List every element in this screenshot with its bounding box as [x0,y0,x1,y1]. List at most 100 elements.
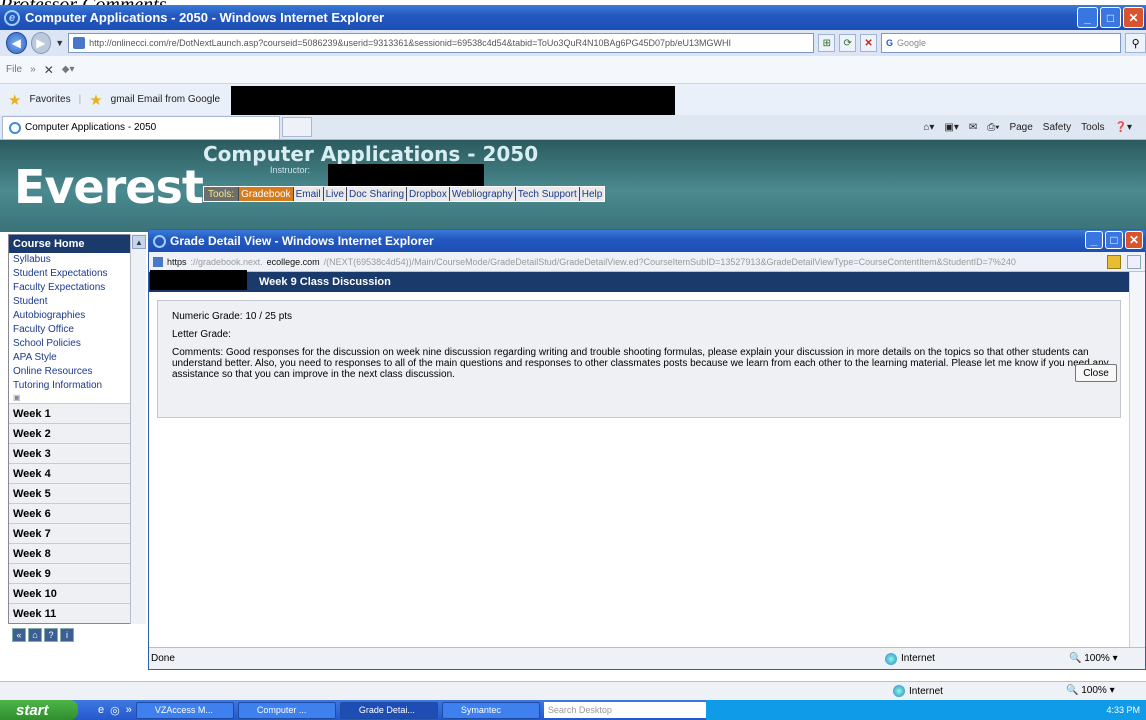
tool-tech-support[interactable]: Tech Support [514,187,579,201]
close-toolbar-icon[interactable]: ✕ [44,63,54,77]
sidebar-item-student-autobiographies[interactable]: Student Autobiographies [9,295,99,323]
search-input[interactable]: G Google [881,33,1122,53]
compat-view-icon[interactable]: ⊞ [818,34,836,52]
letter-grade: Letter Grade: [172,329,231,340]
page-icon [153,256,163,267]
popup-maximize-button[interactable]: □ [1105,231,1123,249]
popup-title: Grade Detail View - Windows Internet Exp… [170,234,434,248]
mail-icon[interactable]: ✉ [969,122,977,133]
sidebar-week-10[interactable]: Week 10 [9,583,145,603]
sidebar-item-school-policies[interactable]: School Policies [9,337,145,351]
tool-dropbox[interactable]: Dropbox [406,187,449,201]
close-window-button[interactable]: ✕ [1123,7,1144,28]
taskbar-item-symantec[interactable]: Symantec [441,701,540,719]
home-icon[interactable]: ⌂▾ [923,122,934,133]
sidebar-week-5[interactable]: Week 5 [9,483,145,503]
address-input[interactable]: http://onlinecci.com/re/DotNextLaunch.as… [68,33,815,53]
maximize-button[interactable]: □ [1100,7,1121,28]
sidebar-week-6[interactable]: Week 6 [9,503,145,523]
taskbar-item-grade-detail[interactable]: Grade Detai... [339,701,438,719]
page-menu[interactable]: Page [1009,122,1032,133]
system-tray: 4:33 PM [706,700,1146,720]
numeric-grade: Numeric Grade: 10 / 25 pts [172,311,293,322]
popup-close-button[interactable]: ✕ [1125,231,1143,249]
menu-bar: File » ✕ ◆▾ [0,56,1146,84]
sidebar-course-home[interactable]: Course Home [9,235,145,253]
tab-label: Computer Applications - 2050 [25,122,157,133]
redaction-bar [328,164,484,186]
chevron-more-icon[interactable]: » [30,64,36,75]
collapse-icon[interactable]: ▣ [9,393,145,403]
favorites-star-icon[interactable]: ★ [8,91,21,109]
tool-doc-sharing[interactable]: Doc Sharing [345,187,406,201]
help-icon[interactable]: ❓▾ [1115,122,1132,133]
info-icon[interactable]: i [60,628,74,642]
tool-live[interactable]: Live [322,187,346,201]
desktop-search-input[interactable]: Search Desktop [543,702,714,718]
sidebar-item-syllabus[interactable]: Syllabus [9,253,145,267]
app-quicklaunch-icon[interactable]: ◎ [110,704,120,717]
back-button[interactable]: ◀ [6,32,27,54]
popup-ie-icon [153,234,166,248]
search-go-icon[interactable]: ⚲ [1125,33,1146,53]
popup-title-bar: Grade Detail View - Windows Internet Exp… [149,230,1145,252]
favorites-label[interactable]: Favorites [29,94,70,105]
menu-file[interactable]: File [6,64,22,75]
minimize-button[interactable]: _ [1077,7,1098,28]
popup-minimize-button[interactable]: _ [1085,231,1103,249]
windows-taskbar: start e ◎ » VZAccess M... Computer ... G… [0,700,1146,720]
feeds-icon[interactable]: ▣▾ [944,122,958,133]
add-favorite-icon[interactable]: ★ [89,91,102,109]
main-zoom[interactable]: 🔍 100% ▾ [1066,685,1115,696]
sidebar-item-faculty-office[interactable]: Faculty Office [9,323,145,337]
popup-zoom-label: 100% [1084,653,1110,664]
sidebar-week-8[interactable]: Week 8 [9,543,145,563]
sidebar-week-4[interactable]: Week 4 [9,463,145,483]
tool-gradebook[interactable]: Gradebook [238,187,293,201]
tool-email[interactable]: Email [292,187,323,201]
refresh-icon[interactable] [1127,254,1141,269]
ie-logo-icon: e [4,9,20,26]
history-dropdown-icon[interactable]: ▼ [55,38,64,48]
favorite-item-gmail[interactable]: gmail Email from Google [111,94,220,105]
sidebar-week-9[interactable]: Week 9 [9,563,145,583]
new-tab-button[interactable] [282,117,312,137]
popup-scrollbar[interactable] [1129,272,1145,647]
sidebar-week-11[interactable]: Week 11 [9,603,145,623]
taskbar-item-computer[interactable]: Computer ... [237,701,336,719]
tools-menu[interactable]: Tools [1081,122,1104,133]
sidebar-week-3[interactable]: Week 3 [9,443,145,463]
popup-zone: Internet [885,652,935,665]
sidebar-week-7[interactable]: Week 7 [9,523,145,543]
help-icon[interactable]: ? [44,628,58,642]
tab-computer-applications[interactable]: Computer Applications - 2050 [2,115,280,139]
popup-address-bar[interactable]: https://gradebook.next. ecollege.com/(NEX… [149,252,1145,272]
toolbar-addon-icon[interactable]: ◆▾ [62,64,75,75]
taskbar-item-vzaccess[interactable]: VZAccess M... [135,701,234,719]
scroll-up-icon[interactable]: ▲ [132,235,146,249]
forward-button[interactable]: ▶ [30,32,52,54]
ie-quicklaunch-icon[interactable]: e [98,704,104,717]
refresh-icon[interactable]: ⟳ [839,34,857,52]
more-quicklaunch-icon[interactable]: » [126,704,132,717]
safety-menu[interactable]: Safety [1043,122,1071,133]
print-icon[interactable]: ⎙▾ [987,122,999,133]
tool-help[interactable]: Help [578,187,605,201]
lock-icon[interactable] [1107,254,1121,269]
home-icon[interactable]: ⌂ [28,628,42,642]
popup-zoom[interactable]: 🔍 100% ▾ [1069,653,1118,664]
sidebar-week-1[interactable]: Week 1 [9,403,145,423]
grade-detail-window: Grade Detail View - Windows Internet Exp… [148,229,1146,670]
close-button[interactable]: Close [1075,364,1117,382]
sidebar-week-2[interactable]: Week 2 [9,423,145,443]
stop-icon[interactable]: ✕ [860,34,878,52]
sidebar-scrollbar[interactable]: ▲ [130,234,146,624]
start-button[interactable]: start [0,700,78,720]
rewind-icon[interactable]: « [12,628,26,642]
sidebar-item-tutoring-information[interactable]: Tutoring Information [9,379,145,393]
sidebar-item-online-resources[interactable]: Online Resources [9,365,145,379]
sidebar-item-student-expectations[interactable]: Student Expectations [9,267,145,281]
sidebar-item-apa-style[interactable]: APA Style [9,351,145,365]
sidebar-item-faculty-expectations[interactable]: Faculty Expectations [9,281,145,295]
tool-webliography[interactable]: Webliography [448,187,515,201]
